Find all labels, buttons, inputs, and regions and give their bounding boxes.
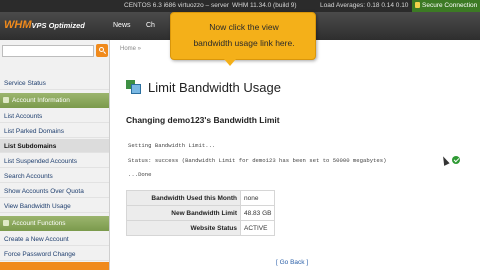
row-value: 48.83 GB <box>239 205 276 221</box>
sidebar-item-show-accounts-over-quota[interactable]: Show Accounts Over Quota <box>0 184 109 198</box>
sidebar-section-account-information[interactable]: Account Information <box>0 93 109 108</box>
logo-sub: VPS Optimized <box>31 21 85 30</box>
section-icon <box>3 220 9 226</box>
bandwidth-info-table: Bandwidth Used this Month none New Bandw… <box>126 190 276 236</box>
sidebar-item-service-status[interactable]: Service Status <box>0 76 109 90</box>
table-row: Website Status ACTIVE <box>126 220 276 236</box>
callout-line-2: bandwidth usage link here. <box>193 38 295 48</box>
secure-connection-label: Secure Connection <box>422 2 478 9</box>
callout-arrow <box>224 59 236 66</box>
sidebar-item-search-accounts[interactable]: Search Accounts <box>0 169 109 183</box>
row-label: Bandwidth Used this Month <box>126 190 241 206</box>
whm-logo[interactable]: WHMVPS Optimized <box>4 19 85 31</box>
mouse-cursor-icon <box>440 155 450 166</box>
section-icon <box>3 97 9 103</box>
sidebar-item-highlighted[interactable] <box>0 262 109 270</box>
sidebar-item-list-subdomains[interactable]: List Subdomains <box>0 139 109 153</box>
sidebar-item-list-suspended-accounts[interactable]: List Suspended Accounts <box>0 154 109 168</box>
whm-version: WHM 11.34.0 (build 9) <box>232 2 297 9</box>
bandwidth-icon-front <box>131 84 141 94</box>
row-value: ACTIVE <box>239 220 276 236</box>
sidebar-item-force-password-change[interactable]: Force Password Change <box>0 247 109 261</box>
os-info: CENTOS 6.3 i686 virtuozzo – server <box>124 2 230 9</box>
log-line-setting: Setting Bandwidth Limit... <box>128 142 216 149</box>
nav-news[interactable]: News <box>113 22 131 29</box>
logo-main: WHM <box>4 19 32 31</box>
log-line-done: ...Done <box>128 171 152 178</box>
row-label: New Bandwidth Limit <box>126 205 241 221</box>
log-line-status: Status: success (Bandwidth Limit for dem… <box>128 157 387 164</box>
row-label: Website Status <box>126 220 241 236</box>
section-subtitle: Changing demo123's Bandwidth Limit <box>126 115 280 125</box>
sidebar-section-label: Account Functions <box>12 220 66 227</box>
sidebar-search-input[interactable] <box>2 45 94 57</box>
secure-connection-badge: Secure Connection <box>412 0 480 12</box>
sidebar-item-list-accounts[interactable]: List Accounts <box>0 109 109 123</box>
success-check-icon <box>452 156 460 164</box>
sidebar-search-button[interactable] <box>96 44 108 57</box>
callout-line-1: Now click the view <box>209 22 279 32</box>
table-row: Bandwidth Used this Month none <box>126 190 276 206</box>
sidebar-item-create-new-account[interactable]: Create a New Account <box>0 232 109 246</box>
sidebar-item-list-parked-domains[interactable]: List Parked Domains <box>0 124 109 138</box>
go-back-link[interactable]: [ Go Back ] <box>276 259 308 266</box>
table-row: New Bandwidth Limit 48.83 GB <box>126 205 276 221</box>
sidebar-section-label: Account Information <box>12 97 70 104</box>
server-info-bar: CENTOS 6.3 i686 virtuozzo – server WHM 1… <box>0 0 480 12</box>
tutorial-callout: Now click the view bandwidth usage link … <box>170 12 316 60</box>
nav-item-2[interactable]: Ch <box>146 22 155 29</box>
load-averages: Load Averages: 0.18 0.14 0.10 <box>320 2 409 9</box>
bandwidth-icon <box>126 80 141 94</box>
sidebar-item-view-bandwidth-usage[interactable]: View Bandwidth Usage <box>0 199 109 213</box>
sidebar: Service Status Account Information List … <box>0 40 110 270</box>
breadcrumb[interactable]: Home » <box>120 46 141 52</box>
lock-icon <box>415 2 420 8</box>
search-icon-handle <box>102 51 107 55</box>
sidebar-section-account-functions[interactable]: Account Functions <box>0 216 109 231</box>
page-title: Limit Bandwidth Usage <box>148 80 281 95</box>
row-value: none <box>239 190 276 206</box>
